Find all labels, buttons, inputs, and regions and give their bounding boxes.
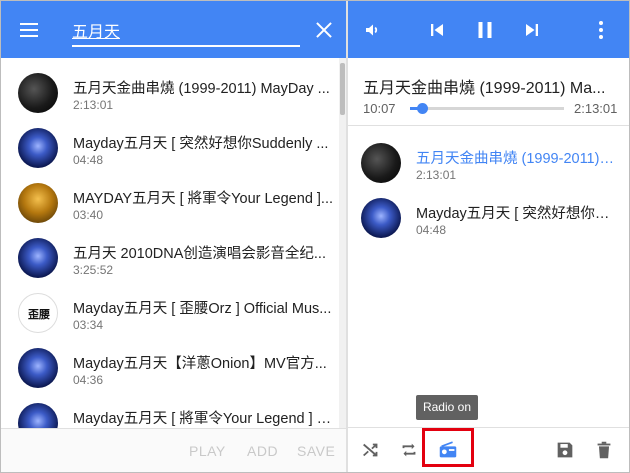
search-pane: 五月天金曲串燒 (1999-2011) MayDay ... 2:13:01 M… bbox=[1, 1, 346, 472]
video-thumbnail bbox=[18, 183, 58, 223]
result-title: MAYDAY五月天 [ 將軍令Your Legend ]... bbox=[73, 191, 334, 207]
list-item[interactable]: Mayday五月天【洋蔥Onion】MV官方... 04:36 bbox=[1, 340, 339, 395]
skip-next-icon[interactable] bbox=[520, 18, 544, 42]
save-icon[interactable] bbox=[554, 439, 576, 461]
list-item[interactable]: MAYDAY五月天 [ 將軍令Your Legend ]... 03:40 bbox=[1, 175, 339, 230]
search-input[interactable] bbox=[72, 17, 300, 43]
result-title: 五月天 2010DNA创造演唱会影音全纪... bbox=[73, 246, 326, 262]
volume-icon[interactable] bbox=[360, 18, 384, 42]
more-vert-icon[interactable] bbox=[589, 18, 613, 42]
result-title: 五月天金曲串燒 (1999-2011) MayDay ... bbox=[73, 81, 330, 97]
shuffle-icon[interactable] bbox=[360, 439, 382, 461]
video-thumbnail bbox=[18, 73, 58, 113]
result-duration: 03:40 bbox=[73, 208, 104, 222]
result-title: Mayday五月天 [ 歪腰Orz ] Official Mus... bbox=[73, 301, 332, 317]
now-playing-title: 五月天金曲串燒 (1999-2011) Ma... bbox=[363, 80, 606, 97]
seek-handle[interactable] bbox=[416, 103, 428, 114]
annotation-highlight-box bbox=[422, 428, 474, 467]
pause-icon[interactable] bbox=[473, 18, 497, 42]
queue-action-bar bbox=[348, 427, 629, 472]
total-time: 2:13:01 bbox=[574, 101, 618, 116]
result-duration: 3:25:52 bbox=[73, 263, 114, 277]
queue-item[interactable]: 五月天金曲串燒 (1999-2011) MayDay 2:13:01 bbox=[348, 138, 629, 193]
delete-icon[interactable] bbox=[593, 439, 615, 461]
queue-duration: 2:13:01 bbox=[416, 168, 457, 182]
video-thumbnail bbox=[361, 143, 401, 183]
save-button[interactable]: SAVE bbox=[297, 443, 335, 459]
search-results-list: 五月天金曲串燒 (1999-2011) MayDay ... 2:13:01 M… bbox=[1, 58, 346, 428]
result-title: Mayday五月天【洋蔥Onion】MV官方... bbox=[73, 356, 327, 372]
divider bbox=[348, 125, 629, 126]
seek-bar[interactable] bbox=[410, 103, 564, 114]
list-item[interactable]: 五月天 2010DNA创造演唱会影音全纪... 3:25:52 bbox=[1, 230, 339, 285]
player-pane: 五月天金曲串燒 (1999-2011) Ma... 10:07 2:13:01 … bbox=[348, 1, 629, 472]
search-header bbox=[1, 1, 346, 58]
result-title: Mayday五月天 [ 將軍令Your Legend ] O... bbox=[73, 411, 339, 427]
result-duration: 2:13:01 bbox=[73, 98, 114, 112]
results-scrollbar-thumb[interactable] bbox=[340, 63, 345, 115]
queue-duration: 04:48 bbox=[416, 223, 447, 237]
video-thumbnail bbox=[18, 348, 58, 388]
current-time: 10:07 bbox=[363, 101, 396, 116]
video-thumbnail bbox=[361, 198, 401, 238]
video-thumbnail bbox=[18, 128, 58, 168]
queue-title: Mayday五月天 [ 突然好想你Suddenly bbox=[416, 206, 616, 222]
close-icon[interactable] bbox=[313, 19, 335, 41]
video-thumbnail bbox=[18, 238, 58, 278]
video-thumbnail bbox=[18, 293, 58, 333]
menu-icon[interactable] bbox=[17, 18, 41, 42]
queue-title: 五月天金曲串燒 (1999-2011) MayDay bbox=[416, 151, 616, 167]
result-duration: 03:34 bbox=[73, 318, 104, 332]
video-thumbnail bbox=[18, 403, 58, 428]
add-button[interactable]: ADD bbox=[247, 443, 278, 459]
list-item[interactable]: 五月天金曲串燒 (1999-2011) MayDay ... 2:13:01 bbox=[1, 65, 339, 120]
player-controls bbox=[348, 1, 629, 58]
radio-tooltip: Radio on bbox=[416, 395, 478, 420]
repeat-icon[interactable] bbox=[398, 439, 420, 461]
result-title: Mayday五月天 [ 突然好想你Suddenly ... bbox=[73, 136, 329, 152]
result-duration: 04:48 bbox=[73, 153, 104, 167]
list-item[interactable]: Mayday五月天 [ 將軍令Your Legend ] O... bbox=[1, 395, 339, 428]
search-field bbox=[72, 15, 300, 47]
list-item[interactable]: Mayday五月天 [ 歪腰Orz ] Official Mus... 03:3… bbox=[1, 285, 339, 340]
skip-previous-icon[interactable] bbox=[425, 18, 449, 42]
list-item[interactable]: Mayday五月天 [ 突然好想你Suddenly ... 04:48 bbox=[1, 120, 339, 175]
result-duration: 04:36 bbox=[73, 373, 104, 387]
results-action-bar: PLAY ADD SAVE bbox=[1, 428, 346, 472]
queue-item[interactable]: Mayday五月天 [ 突然好想你Suddenly 04:48 bbox=[348, 193, 629, 248]
play-button[interactable]: PLAY bbox=[189, 443, 226, 459]
